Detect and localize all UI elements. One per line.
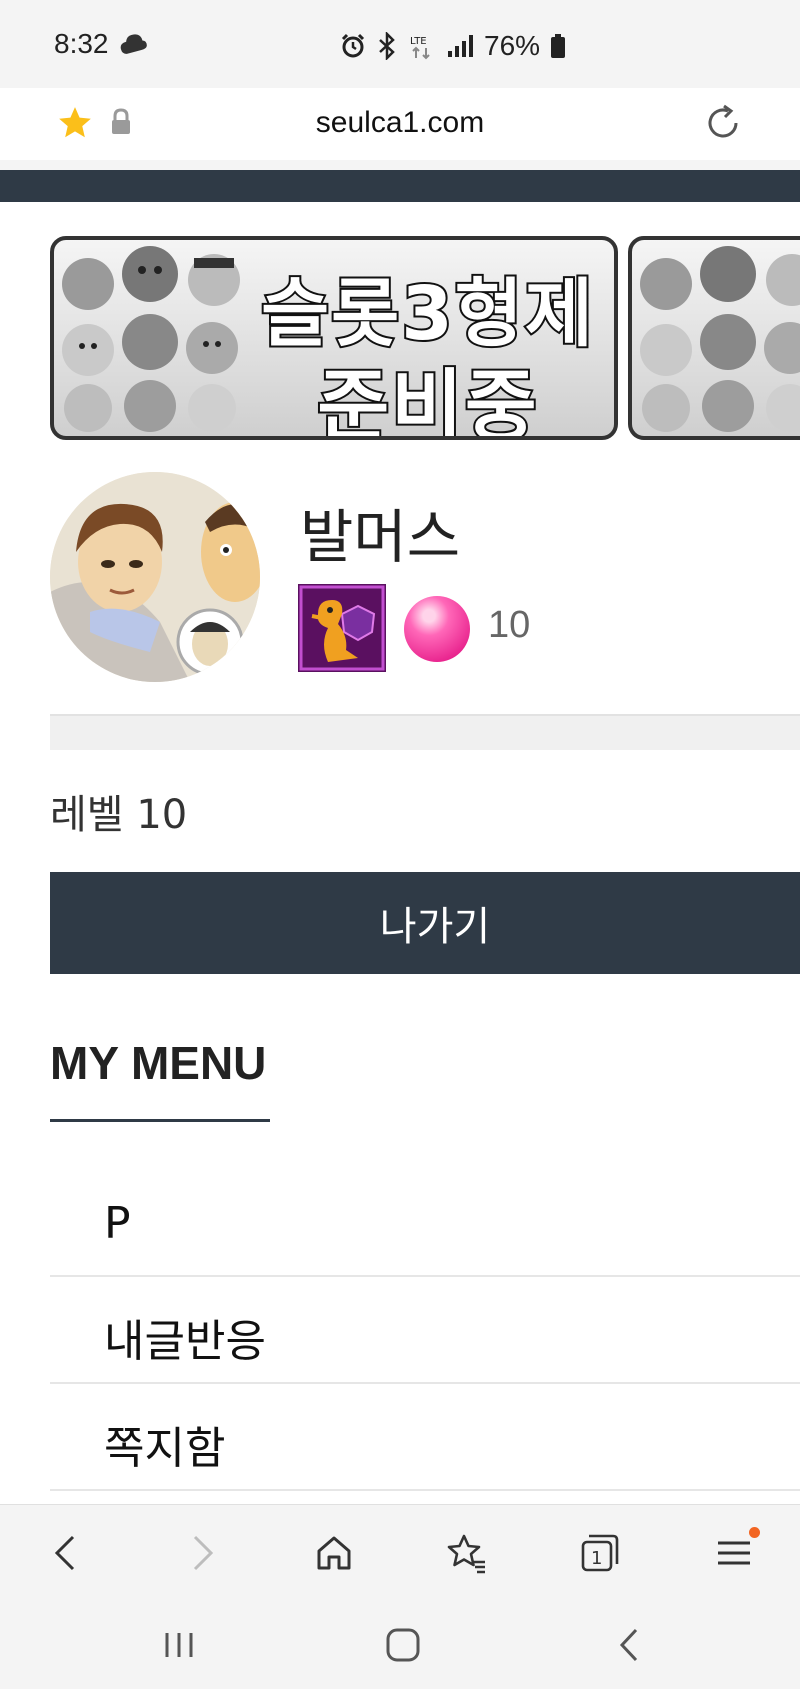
battery-icon: [551, 34, 566, 58]
logout-button[interactable]: 나가기: [50, 872, 800, 974]
alarm-icon: [341, 33, 365, 58]
menu-item-my-reactions[interactable]: 내글반응: [50, 1277, 800, 1384]
bluetooth-icon: [379, 32, 395, 60]
forward-icon[interactable]: [176, 1527, 228, 1579]
avatar[interactable]: [50, 472, 260, 682]
url-text[interactable]: seulca1.com: [28, 106, 772, 140]
cloud-notification-icon: [118, 32, 148, 61]
status-bar: 8:32 LTE 76%: [0, 0, 800, 88]
site-header-strip: [0, 170, 800, 202]
recent-apps-icon[interactable]: [154, 1620, 204, 1670]
battery-percent: 76%: [484, 30, 541, 61]
nickname: 발머스: [300, 503, 461, 571]
my-menu-list: P 내글반응 쪽지함: [50, 1170, 800, 1491]
signal-icon: [448, 35, 473, 57]
event-banner[interactable]: 슬롯3형제 준비중: [50, 236, 618, 440]
address-bar-gap: [0, 160, 800, 170]
point-orb-icon: [404, 596, 470, 662]
points-value: 10: [488, 604, 531, 646]
banner-characters-image: [640, 246, 800, 432]
reload-icon[interactable]: [702, 102, 744, 149]
menu-item-messages[interactable]: 쪽지함: [50, 1384, 800, 1491]
my-menu-underline: [50, 1119, 270, 1122]
system-back-icon[interactable]: [604, 1620, 654, 1670]
browser-menu-icon[interactable]: [708, 1527, 760, 1579]
menu-item-p[interactable]: P: [50, 1170, 800, 1277]
browser-toolbar: 1: [0, 1504, 800, 1600]
level-badge-icon: [298, 584, 386, 672]
lte-icon: LTE: [410, 36, 430, 60]
lte-label: LTE: [410, 36, 427, 47]
tabs-icon[interactable]: 1: [574, 1527, 626, 1579]
my-menu-title: MY MENU: [50, 1037, 267, 1089]
status-icons: LTE 76%: [340, 30, 566, 62]
bookmarks-icon[interactable]: [440, 1527, 492, 1579]
level-progress-bar: [50, 714, 800, 750]
system-navigation-bar: [0, 1600, 800, 1689]
back-icon[interactable]: [40, 1527, 92, 1579]
banner-title-line2: 준비중: [315, 360, 539, 440]
banner-characters-image: [62, 246, 240, 432]
tab-count: 1: [591, 1548, 602, 1569]
status-time: 8:32: [54, 28, 109, 59]
home-button-icon[interactable]: [378, 1620, 428, 1670]
event-banner-next[interactable]: [628, 236, 800, 440]
address-bar[interactable]: seulca1.com: [28, 88, 772, 160]
level-text: 레벨 10: [50, 792, 188, 838]
home-icon[interactable]: [308, 1527, 360, 1579]
notification-dot: [749, 1527, 760, 1538]
